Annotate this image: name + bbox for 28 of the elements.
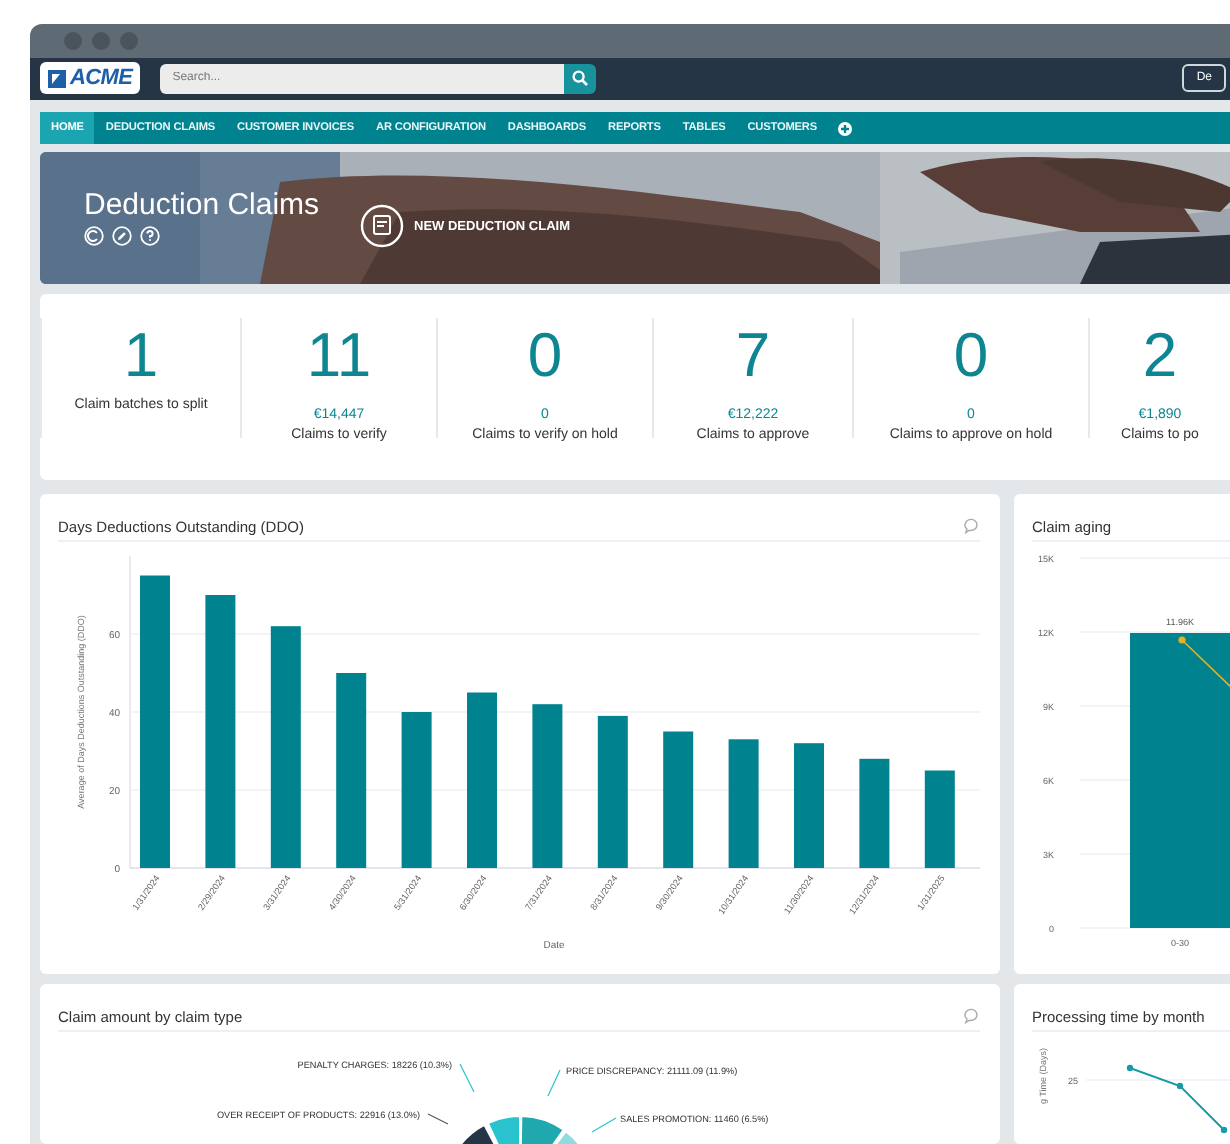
refresh-icon[interactable] [84,226,104,246]
help-icon[interactable] [140,226,160,246]
logo[interactable]: ACME [40,62,141,95]
comment-icon[interactable] [964,518,980,534]
kpi-value: 2 [1142,318,1178,394]
trend-line [1178,636,1230,691]
bar [663,731,694,868]
kpi-value: 7 [735,318,771,394]
line-series [1126,1064,1228,1134]
page-title: Deduction Claims [84,188,320,222]
comment-icon[interactable] [964,1008,980,1024]
leader-line [591,1117,617,1133]
add-icon[interactable] [837,121,852,135]
kpi-value: 0 [527,318,563,394]
leader-line [547,1069,561,1097]
kpi-value: 0 [953,318,989,394]
search-button[interactable] [564,63,597,94]
kpi-value: 11 [306,318,372,394]
kpi-value: 1 [123,318,159,394]
document-icon [360,204,404,248]
bar [794,743,824,868]
bar [728,739,759,868]
bar [924,770,955,868]
bar [859,758,890,868]
search-icon [572,70,589,87]
edit-icon[interactable] [112,226,132,246]
leader-line [427,1113,449,1125]
leader-line [459,1063,475,1093]
